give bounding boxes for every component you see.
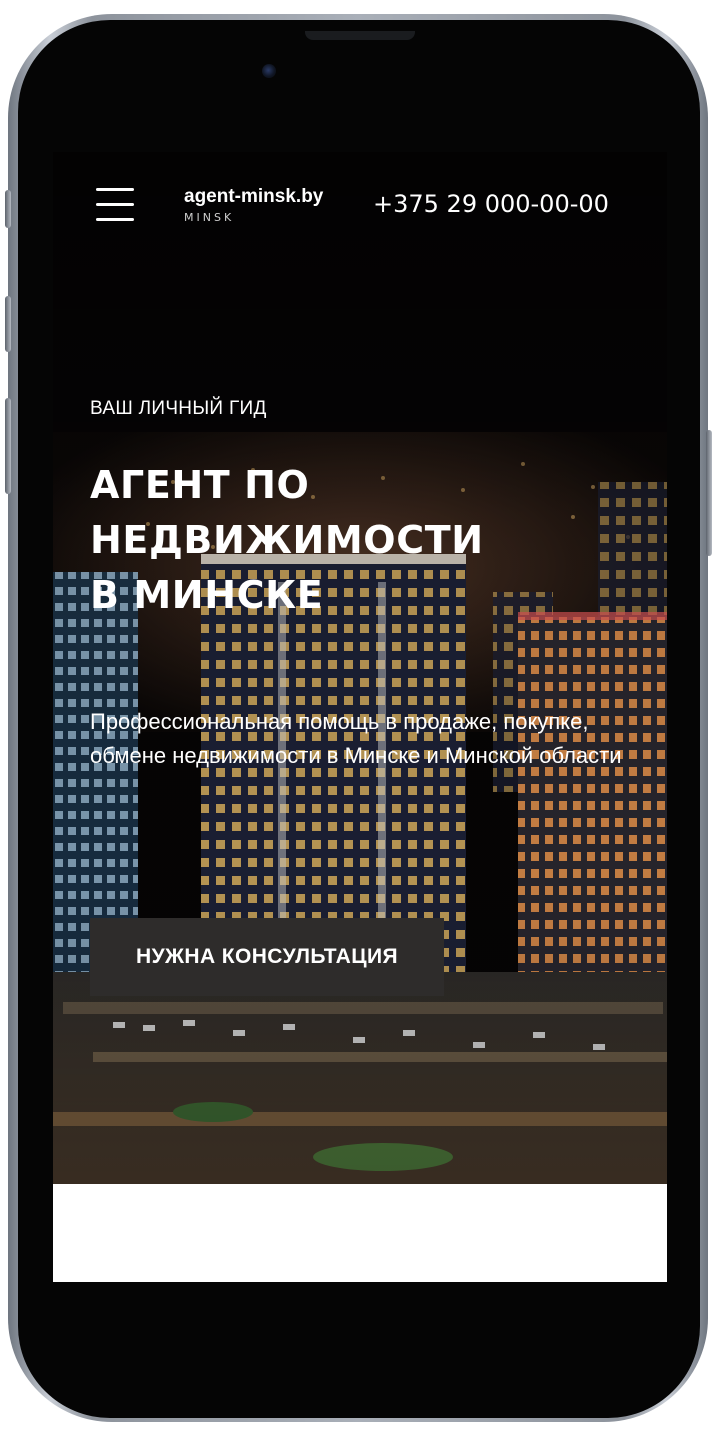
hero-eyebrow: ВАШ ЛИЧНЫЙ ГИД [90,398,267,419]
phone-volume-up-button [5,296,11,352]
hero-title-line: НЕДВИЖИМОСТИ [90,518,484,562]
hero-section: agent-minsk.by MINSK +375 29 000-00-00 В… [53,152,667,1184]
phone-number-link[interactable]: +375 29 000-00-00 [373,190,609,218]
speaker-slit [305,31,415,40]
logo-name: agent-minsk.by [184,186,324,207]
phone-volume-down-button [5,398,11,494]
hero-title-line: АГЕНТ ПО [90,463,310,507]
consultation-button[interactable]: НУЖНА КОНСУЛЬТАЦИЯ [90,918,444,996]
phone-power-button [706,430,712,556]
hero-title: АГЕНТ ПО НЕДВИЖИМОСТИ В МИНСКЕ [90,458,650,623]
hero-overlay [53,152,667,1184]
logo-city: MINSK [184,211,235,224]
site-logo[interactable]: agent-minsk.by MINSK [184,185,323,224]
hero-description: Профессиональная помощь в продаже, покуп… [90,709,622,768]
hamburger-menu-icon[interactable] [96,186,136,224]
front-camera-icon [262,64,276,78]
hero-title-line: В МИНСКЕ [90,573,324,617]
phone-action-button [5,190,11,228]
screen: agent-minsk.by MINSK +375 29 000-00-00 В… [53,152,667,1282]
